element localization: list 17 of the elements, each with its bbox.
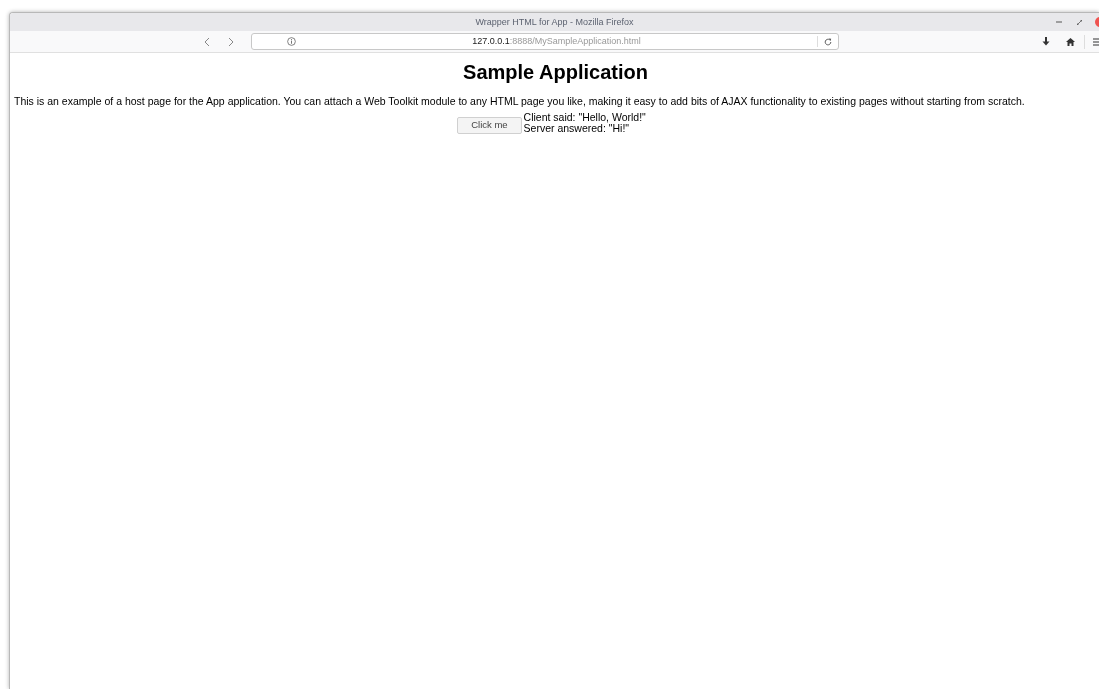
back-icon[interactable] [204,36,210,47]
response-message: Client said: "Hello, World!" [523,112,646,123]
intro-paragraph: This is an example of a host page for the App application. You can attach a Web Toolkit module to any HTML page you like, making it easy to add bits of AJAX functionality to existing pages without starting from scratch. [14,94,1026,108]
url-text: 127.0.0.1:8888/MySampleApplication.html [471,35,642,48]
window-title: Wrapper HTML for App - Mozilla Firefox [475,16,634,29]
click-button[interactable]: Click me [457,117,522,134]
close-icon[interactable] [1094,17,1099,27]
forward-icon[interactable] [228,36,234,47]
page-heading: Sample Application [462,60,649,84]
download-icon[interactable] [1042,37,1050,46]
info-icon[interactable] [287,37,296,46]
reload-icon[interactable] [824,37,832,46]
home-icon[interactable] [1066,37,1075,46]
response-message: Server answered: "Hi!" [523,123,631,134]
menu-icon[interactable] [1093,37,1099,46]
url-bar[interactable]: 127.0.0.1:8888/MySampleApplication.html [251,33,839,50]
restore-icon[interactable] [1077,19,1082,25]
